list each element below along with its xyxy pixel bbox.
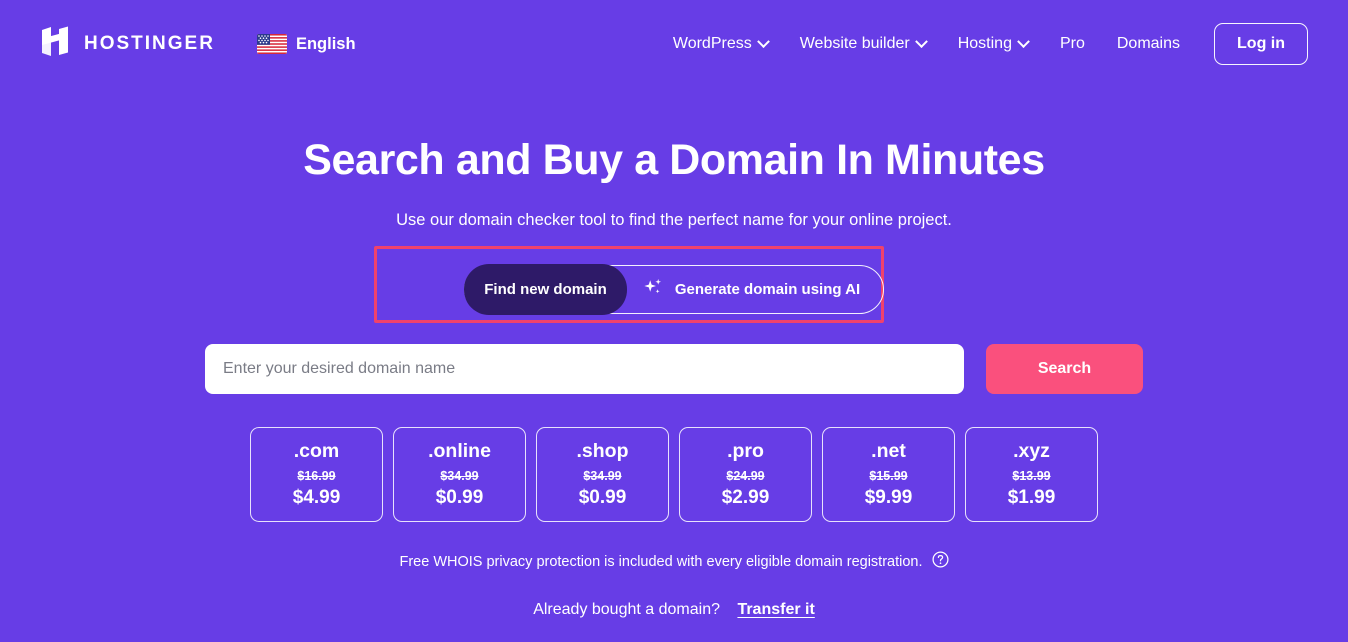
tld-new-price: $2.99 (721, 487, 770, 509)
nav-item-pro[interactable]: Pro (1044, 27, 1101, 61)
nav-label: Website builder (799, 35, 910, 52)
tld-new-price: $1.99 (1007, 487, 1056, 509)
chevron-down-icon (756, 34, 770, 48)
domain-search-row: Search (205, 344, 1143, 395)
whois-note: Free WHOIS privacy protection is include… (0, 551, 1348, 572)
hero-section: Search and Buy a Domain In Minutes Use o… (0, 88, 1348, 619)
tld-old-price: $34.99 (583, 468, 622, 483)
language-selector[interactable]: English (256, 34, 356, 54)
search-input[interactable] (205, 344, 964, 395)
nav-label: Hosting (957, 35, 1012, 52)
login-button[interactable]: Log in (1214, 23, 1308, 65)
tld-card[interactable]: .pro $24.99 $2.99 (679, 427, 812, 523)
nav-item-hosting[interactable]: Hosting (942, 27, 1044, 61)
toggle-option-find-new-domain[interactable]: Find new domain (464, 264, 627, 316)
nav-item-domains[interactable]: Domains (1101, 27, 1196, 61)
transfer-question: Already bought a domain? (533, 601, 720, 619)
sparkle-icon (642, 277, 664, 303)
toggle-label-find: Find new domain (484, 281, 607, 299)
search-mode-toggle: Find new domain Generate domain using AI (464, 264, 884, 316)
toggle-option-generate-ai[interactable]: Generate domain using AI (627, 265, 883, 314)
tld-name: .pro (727, 440, 764, 463)
nav-label: Domains (1116, 35, 1181, 52)
tld-old-price: $34.99 (440, 468, 479, 483)
search-mode-toggle-wrapper: Find new domain Generate domain using AI (374, 246, 929, 324)
tld-old-price: $24.99 (726, 468, 765, 483)
page-subtitle: Use our domain checker tool to find the … (396, 211, 952, 230)
language-label: English (295, 34, 356, 53)
nav-label: WordPress (672, 35, 752, 52)
tld-old-price: $16.99 (297, 468, 336, 483)
tld-old-price: $15.99 (869, 468, 908, 483)
transfer-note: Already bought a domain? Transfer it (0, 601, 1348, 619)
brand-logo[interactable]: HOSTINGER (40, 26, 215, 62)
whois-text: Free WHOIS privacy protection is include… (399, 553, 923, 570)
tld-name: .shop (576, 440, 629, 463)
tld-price-list: .com $16.99 $4.99 .online $34.99 $0.99 .… (0, 427, 1348, 523)
nav-item-wordpress[interactable]: WordPress (657, 27, 784, 61)
tld-name: .net (871, 440, 906, 463)
us-flag-icon (256, 34, 287, 54)
chevron-down-icon (1017, 34, 1030, 48)
tld-name: .com (293, 440, 340, 463)
tld-card[interactable]: .xyz $13.99 $1.99 (965, 427, 1098, 523)
chevron-down-icon (914, 34, 928, 48)
toggle-label-ai: Generate domain using AI (674, 281, 861, 299)
brand-name: HOSTINGER (84, 33, 215, 54)
tld-card[interactable]: .com $16.99 $4.99 (250, 427, 383, 523)
tld-card[interactable]: .net $15.99 $9.99 (822, 427, 955, 523)
main-navigation: WordPress Website builder Hosting Pro Do… (657, 23, 1308, 65)
transfer-link[interactable]: Transfer it (737, 601, 814, 618)
tld-old-price: $13.99 (1012, 468, 1051, 483)
tld-name: .online (428, 440, 491, 463)
search-button[interactable]: Search (986, 344, 1143, 395)
nav-label: Pro (1059, 35, 1085, 52)
tld-new-price: $0.99 (578, 487, 627, 509)
nav-item-website-builder[interactable]: Website builder (784, 27, 942, 61)
tld-card[interactable]: .shop $34.99 $0.99 (536, 427, 669, 523)
tld-new-price: $0.99 (435, 487, 484, 509)
hostinger-h-logo-icon (40, 26, 70, 62)
tld-new-price: $9.99 (864, 487, 913, 509)
tld-new-price: $4.99 (292, 487, 341, 509)
help-circle-icon[interactable] (931, 551, 949, 572)
page-title: Search and Buy a Domain In Minutes (303, 136, 1045, 184)
tld-name: .xyz (1013, 440, 1050, 463)
tld-card[interactable]: .online $34.99 $0.99 (393, 427, 526, 523)
site-header: HOSTINGER English WordPress Website buil… (0, 0, 1348, 88)
